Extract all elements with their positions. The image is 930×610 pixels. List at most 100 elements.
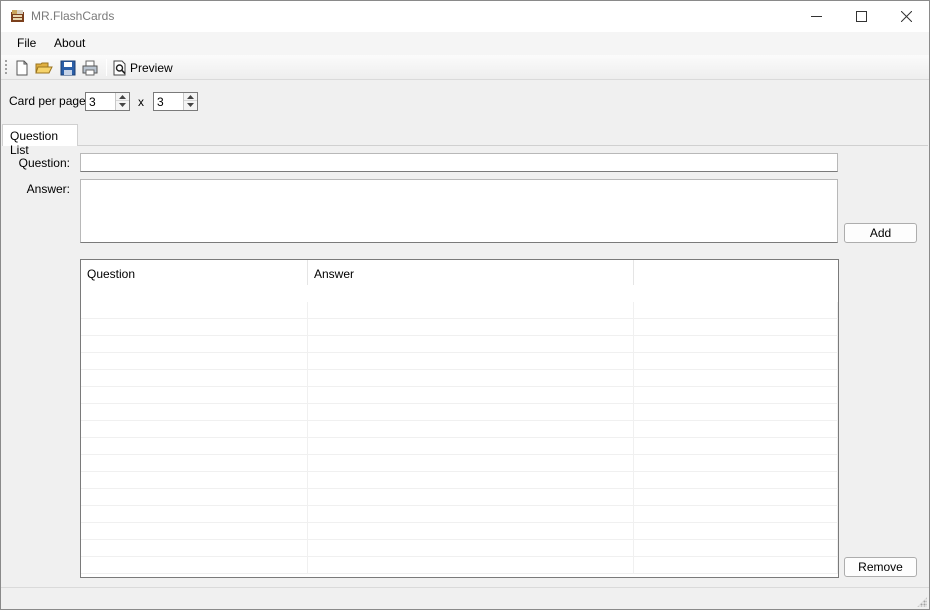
list-empty-cell (81, 370, 308, 387)
list-empty-cell (308, 540, 634, 557)
list-empty-row (81, 540, 838, 557)
list-empty-row (81, 557, 838, 574)
column-header-question[interactable]: Question (81, 260, 308, 285)
menu-about[interactable]: About (54, 36, 85, 50)
list-empty-row (81, 336, 838, 353)
list-empty-cell (81, 506, 308, 523)
list-empty-cell (81, 302, 308, 319)
list-empty-row (81, 319, 838, 336)
close-button[interactable] (883, 1, 929, 32)
list-empty-row (81, 438, 838, 455)
list-empty-cell (81, 421, 308, 438)
arrow-down-icon (119, 103, 126, 107)
rows-spinner[interactable]: 3 (153, 92, 198, 111)
columns-up-button[interactable] (116, 93, 129, 101)
maximize-button[interactable] (838, 1, 884, 32)
save-disk-icon[interactable] (59, 59, 77, 77)
list-empty-cell (308, 370, 634, 387)
list-empty-cell (308, 438, 634, 455)
question-list-view[interactable]: Question Answer (80, 259, 839, 578)
list-empty-cell (81, 557, 308, 574)
list-empty-cell (634, 455, 838, 472)
list-empty-cell (81, 438, 308, 455)
list-empty-row (81, 506, 838, 523)
title-bar[interactable]: MR.FlashCards (1, 1, 929, 32)
list-empty-cell (634, 557, 838, 574)
add-button[interactable]: Add (844, 223, 917, 243)
columns-spinner[interactable]: 3 (85, 92, 130, 111)
rows-down-button[interactable] (184, 101, 197, 109)
columns-down-button[interactable] (116, 101, 129, 109)
times-separator: x (138, 95, 144, 109)
print-icon[interactable] (81, 59, 99, 77)
column-header-answer[interactable]: Answer (308, 260, 634, 285)
rows-value[interactable]: 3 (157, 95, 164, 109)
minimize-icon (810, 16, 822, 17)
list-empty-cell (308, 557, 634, 574)
minimize-button[interactable] (793, 1, 839, 32)
column-header-filler (634, 260, 838, 285)
list-empty-row (81, 404, 838, 421)
preview-button-label[interactable]: Preview (130, 61, 173, 75)
list-empty-cell (634, 370, 838, 387)
list-empty-cell (81, 523, 308, 540)
tab-question-list[interactable]: Question List (2, 124, 78, 157)
list-empty-cell (634, 489, 838, 506)
list-empty-cell (81, 336, 308, 353)
arrow-down-icon (187, 103, 194, 107)
list-empty-cell (81, 319, 308, 336)
new-file-icon[interactable] (13, 59, 31, 77)
list-empty-cell (308, 319, 634, 336)
list-empty-cell (81, 353, 308, 370)
card-per-page-label: Card per page : (9, 94, 93, 108)
list-empty-row (81, 370, 838, 387)
list-empty-cell (634, 438, 838, 455)
list-empty-row (81, 455, 838, 472)
answer-input[interactable] (80, 179, 838, 243)
list-empty-cell (634, 319, 838, 336)
list-empty-cell (308, 472, 634, 489)
list-empty-cell (308, 421, 634, 438)
arrow-up-icon (187, 94, 194, 99)
list-empty-row (81, 353, 838, 370)
menu-file[interactable]: File (17, 36, 36, 50)
list-empty-cell (308, 302, 634, 319)
list-empty-row (81, 523, 838, 540)
list-empty-row (81, 302, 838, 319)
toolbar-grip[interactable] (5, 59, 7, 76)
toolbar: Preview (1, 55, 929, 80)
status-bar (1, 587, 929, 609)
list-empty-cell (634, 404, 838, 421)
list-empty-cell (634, 336, 838, 353)
question-input[interactable] (80, 153, 838, 172)
menu-bar: File About (1, 32, 929, 55)
toolbar-separator (106, 59, 107, 76)
resize-grip[interactable] (917, 597, 927, 607)
remove-button[interactable]: Remove (844, 557, 917, 577)
list-empty-row (81, 489, 838, 506)
list-empty-row (81, 387, 838, 404)
list-empty-cell (81, 404, 308, 421)
list-empty-cell (81, 540, 308, 557)
columns-spinner-buttons (115, 93, 129, 110)
maximize-icon (855, 11, 867, 22)
list-empty-cell (308, 523, 634, 540)
list-empty-cell (308, 506, 634, 523)
columns-value[interactable]: 3 (89, 95, 96, 109)
answer-label: Answer: (26, 182, 70, 196)
list-empty-cell (634, 302, 838, 319)
column-header-question-label: Question (87, 267, 136, 281)
app-icon (11, 10, 24, 22)
list-empty-cell (634, 523, 838, 540)
list-empty-row (81, 472, 838, 489)
list-empty-cell (308, 336, 634, 353)
close-icon (900, 11, 912, 22)
list-empty-cell (308, 489, 634, 506)
rows-up-button[interactable] (184, 93, 197, 101)
open-folder-icon[interactable] (35, 59, 53, 77)
print-preview-icon[interactable] (111, 59, 129, 77)
list-empty-cell (308, 455, 634, 472)
question-label: Question: (18, 156, 70, 170)
list-empty-cell (81, 455, 308, 472)
rows-spinner-buttons (183, 93, 197, 110)
